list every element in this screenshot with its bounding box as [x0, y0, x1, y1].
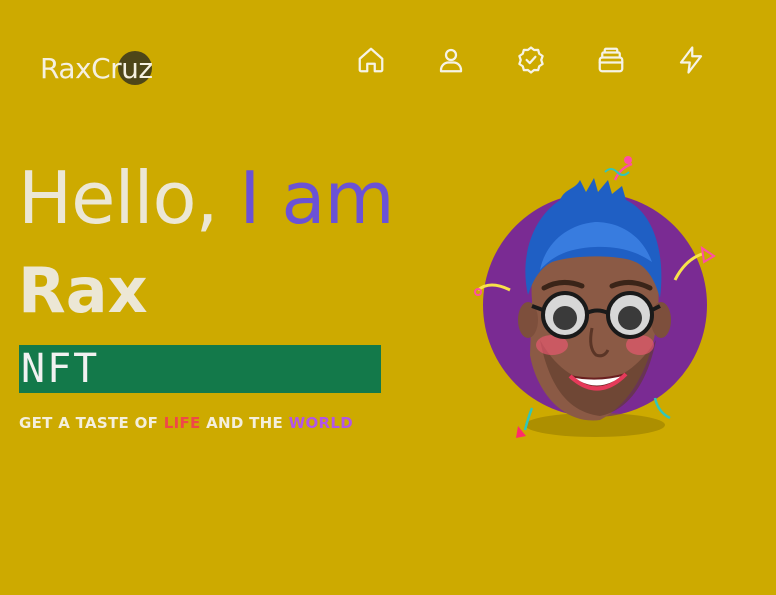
hero-greeting: Hello, I am — [18, 162, 395, 234]
nav-collection[interactable] — [595, 44, 627, 76]
stack-icon — [598, 47, 624, 73]
brand-logo[interactable]: RaxCr uz — [40, 51, 153, 85]
role-banner: NFT — [19, 345, 381, 393]
tagline-start: GET A TASTE OF — [19, 414, 164, 432]
nav-activity[interactable] — [675, 44, 707, 76]
nav-profile[interactable] — [435, 44, 467, 76]
bolt-icon — [679, 46, 703, 74]
tagline-life: LIFE — [163, 414, 201, 432]
nav-verified[interactable] — [515, 44, 547, 76]
logo-accent-text: uz — [121, 52, 153, 85]
nav-home[interactable] — [355, 44, 387, 76]
hero-name: Rax — [18, 254, 148, 327]
badge-check-icon — [518, 46, 544, 74]
tagline-mid: AND THE — [200, 414, 289, 432]
greeting-text: Hello, — [18, 156, 240, 240]
greeting-accent-text: I am — [239, 156, 394, 240]
top-nav — [355, 44, 707, 76]
home-icon — [358, 47, 384, 73]
role-text: NFT — [21, 346, 100, 392]
logo-text: RaxCr — [40, 52, 122, 85]
user-icon — [439, 48, 463, 73]
tagline: GET A TASTE OF LIFE AND THE WORLD — [19, 414, 353, 432]
tagline-world: WORLD — [288, 414, 353, 432]
avatar-illustration — [474, 156, 716, 438]
logo-circle-accent: uz — [118, 51, 153, 85]
